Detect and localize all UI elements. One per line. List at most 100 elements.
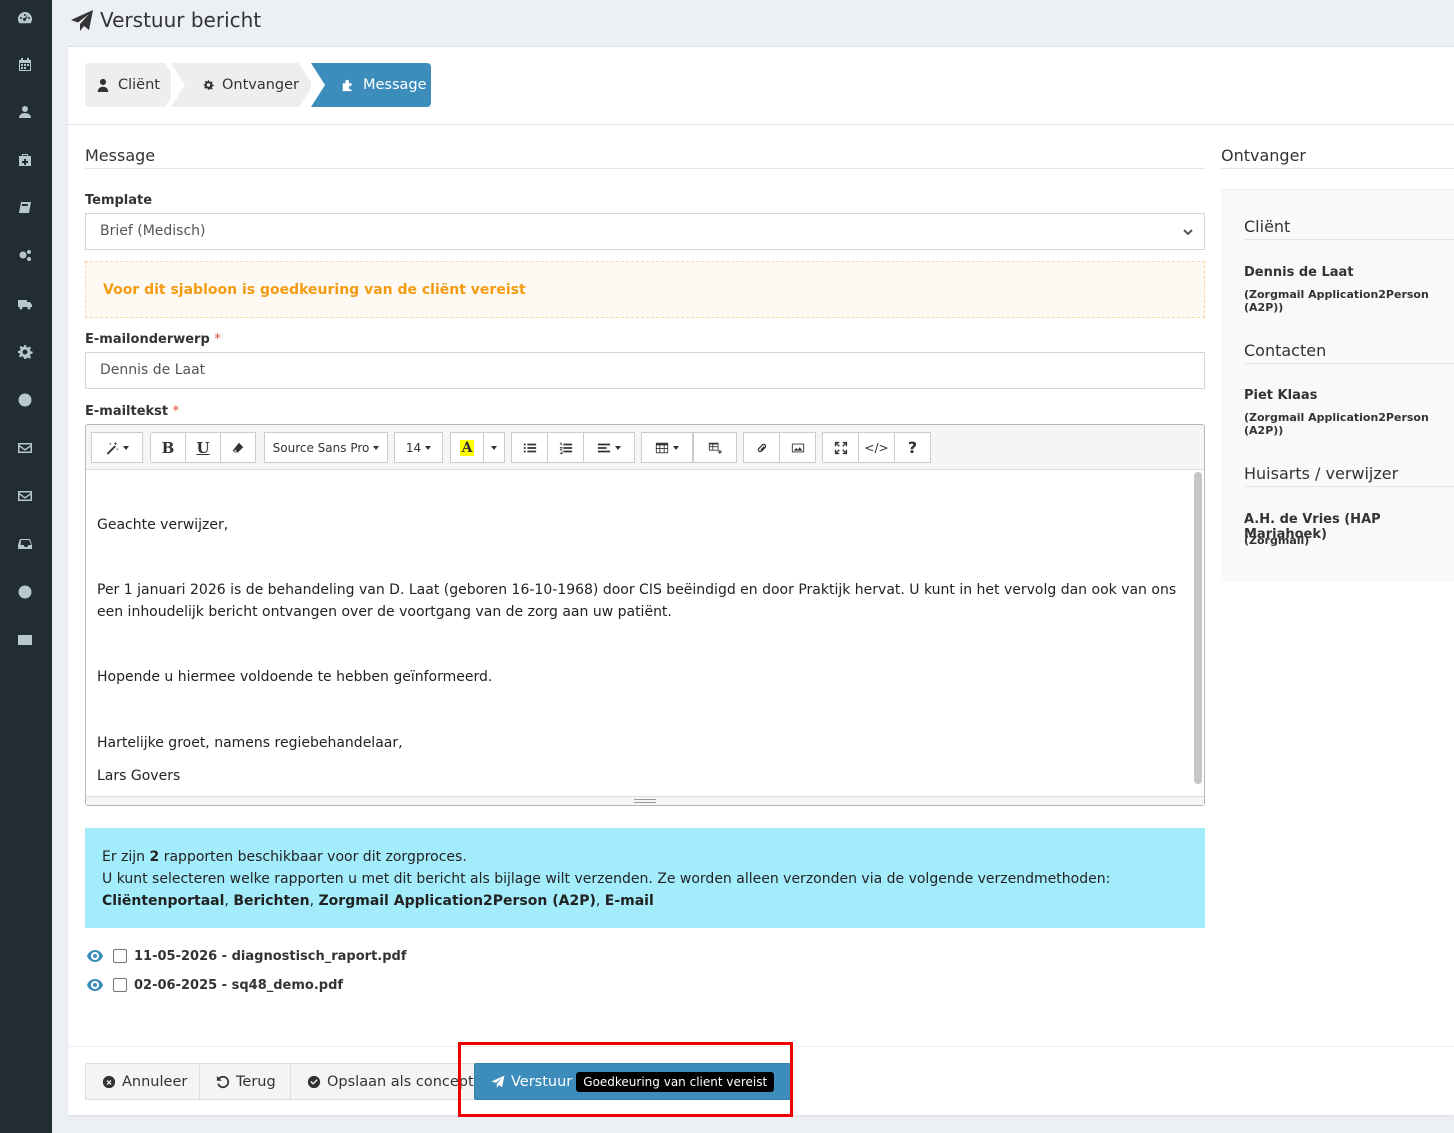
help-button[interactable]: ? [894, 432, 931, 463]
list-ul-icon [523, 443, 536, 452]
cancel-button[interactable]: Annuleer [85, 1063, 205, 1100]
underline-button[interactable]: U [185, 432, 221, 463]
bold-button[interactable]: B [150, 432, 186, 463]
required-mark: * [172, 404, 180, 419]
highlight-color-button[interactable]: A [450, 432, 484, 463]
editor-toolbar: B U Source Sans Pro 14 A </> ? [86, 425, 1204, 470]
template-select[interactable]: Brief (Medisch) [85, 213, 1205, 250]
contact-name: Piet Klaas [1244, 388, 1318, 403]
unordered-list-button[interactable] [511, 432, 548, 463]
link-icon [757, 443, 766, 452]
report-count: 2 [149, 849, 160, 865]
save-draft-label: Opslaan als concept [327, 1073, 474, 1090]
user-icon [97, 78, 109, 92]
reports-info-line2: U kunt selecteren welke rapporten u met … [102, 871, 1111, 909]
editor-content[interactable]: Geachte verwijzer, Per 1 januari 2026 is… [86, 470, 1192, 798]
text-color-icon: A [459, 439, 475, 456]
inbox-icon[interactable] [14, 533, 36, 555]
method-messages: Berichten [233, 893, 310, 909]
envelope-icon[interactable] [14, 485, 36, 507]
undo-icon [216, 1075, 230, 1088]
envelope-icon[interactable] [14, 629, 36, 651]
globe-icon[interactable] [14, 581, 36, 603]
truck-icon[interactable] [14, 293, 36, 315]
font-name-value: Source Sans Pro [272, 440, 370, 455]
chevron-down-icon [1182, 226, 1194, 238]
expand-icon [834, 441, 847, 454]
font-name-dropdown[interactable]: Source Sans Pro [264, 432, 388, 463]
dashboard-icon[interactable] [14, 7, 36, 29]
approval-warning: Voor dit sjabloon is goedkeuring van de … [85, 261, 1205, 318]
editor-resize-handle[interactable] [86, 796, 1204, 805]
client-method: (Zorgmail Application2Person (A2P)) [1244, 288, 1429, 314]
step-client[interactable]: Cliënt [85, 63, 179, 107]
step-message[interactable]: Message [311, 63, 431, 107]
required-mark: * [214, 332, 221, 347]
table-insert-button[interactable] [693, 432, 737, 463]
editor-scrollbar[interactable] [1194, 472, 1202, 784]
client-heading: Cliënt [1244, 217, 1454, 240]
clear-format-button[interactable] [220, 432, 256, 463]
message-section-title: Message [85, 146, 1205, 169]
paper-plane-icon [70, 9, 94, 33]
check-circle-icon [307, 1075, 321, 1088]
globe-icon[interactable] [14, 389, 36, 411]
image-icon [791, 443, 804, 452]
gear-icon[interactable] [14, 341, 36, 363]
method-zorgmail: Zorgmail Application2Person (A2P) [318, 893, 596, 909]
book-icon[interactable] [14, 197, 36, 219]
table-plus-icon [708, 442, 722, 454]
back-label: Terug [236, 1073, 276, 1090]
recipient-section-title: Ontvanger [1221, 146, 1454, 169]
client-name: Dennis de Laat [1244, 265, 1354, 280]
editor-greeting: Geachte verwijzer, [97, 517, 229, 533]
step-recipient[interactable]: Ontvanger [171, 63, 313, 107]
method-client-portal: Cliëntenportaal [102, 893, 225, 909]
color-dropdown-button[interactable] [483, 432, 505, 463]
page-title: Verstuur bericht [100, 8, 262, 32]
gp-heading: Huisarts / verwijzer [1244, 464, 1454, 487]
editor-closing: Hopende u hiermee voldoende te hebben ge… [97, 669, 493, 685]
link-button[interactable] [743, 432, 780, 463]
editor-signature: Lars Govers [97, 768, 181, 784]
table-dropdown[interactable] [641, 432, 693, 463]
step-label: Message [363, 77, 427, 93]
envelope-icon[interactable] [14, 437, 36, 459]
medkit-icon[interactable] [14, 149, 36, 171]
cancel-label: Annuleer [122, 1073, 188, 1090]
code-view-button[interactable]: </> [858, 432, 895, 463]
user-icon[interactable] [14, 101, 36, 123]
eraser-icon [232, 442, 244, 452]
contact-method: (Zorgmail Application2Person (A2P)) [1244, 411, 1429, 437]
attachment-row: 11-05-2026 - diagnostisch_raport.pdf [87, 946, 407, 966]
eye-icon[interactable] [87, 979, 103, 991]
times-circle-icon [102, 1075, 116, 1088]
cogs-icon[interactable] [14, 245, 36, 267]
method-email: E-mail [604, 893, 654, 909]
body-label-text: E-mailtekst [85, 404, 169, 419]
template-label: Template [85, 193, 153, 208]
calendar-icon[interactable] [14, 54, 36, 76]
reports-info: Er zijn 2 rapporten beschikbaar voor dit… [85, 828, 1205, 928]
attachment-checkbox[interactable] [113, 978, 127, 992]
fullscreen-button[interactable] [822, 432, 859, 463]
template-value: Brief (Medisch) [100, 223, 206, 239]
image-button[interactable] [779, 432, 816, 463]
font-size-dropdown[interactable]: 14 [394, 432, 443, 463]
body-label: E-mailtekst * [85, 404, 179, 419]
subject-label: E-mailonderwerp * [85, 332, 221, 347]
puzzle-icon [342, 79, 352, 92]
list-ol-icon [559, 442, 572, 454]
ordered-list-button[interactable] [547, 432, 584, 463]
align-dropdown[interactable] [583, 432, 635, 463]
subject-input[interactable]: Dennis de Laat [85, 352, 1205, 389]
align-left-icon [597, 443, 611, 452]
attachment-label: 02-06-2025 - sq48_demo.pdf [134, 977, 344, 993]
editor-paragraph: Per 1 januari 2026 is de behandeling van… [97, 582, 1177, 620]
attachment-checkbox[interactable] [113, 949, 127, 963]
main-box: Cliënt Ontvanger Message Message Templat… [68, 46, 1454, 1117]
eye-icon[interactable] [87, 950, 103, 962]
recipient-panel: Cliënt Dennis de Laat (Zorgmail Applicat… [1221, 189, 1454, 582]
style-button[interactable] [91, 432, 143, 463]
back-button[interactable]: Terug [199, 1063, 293, 1100]
